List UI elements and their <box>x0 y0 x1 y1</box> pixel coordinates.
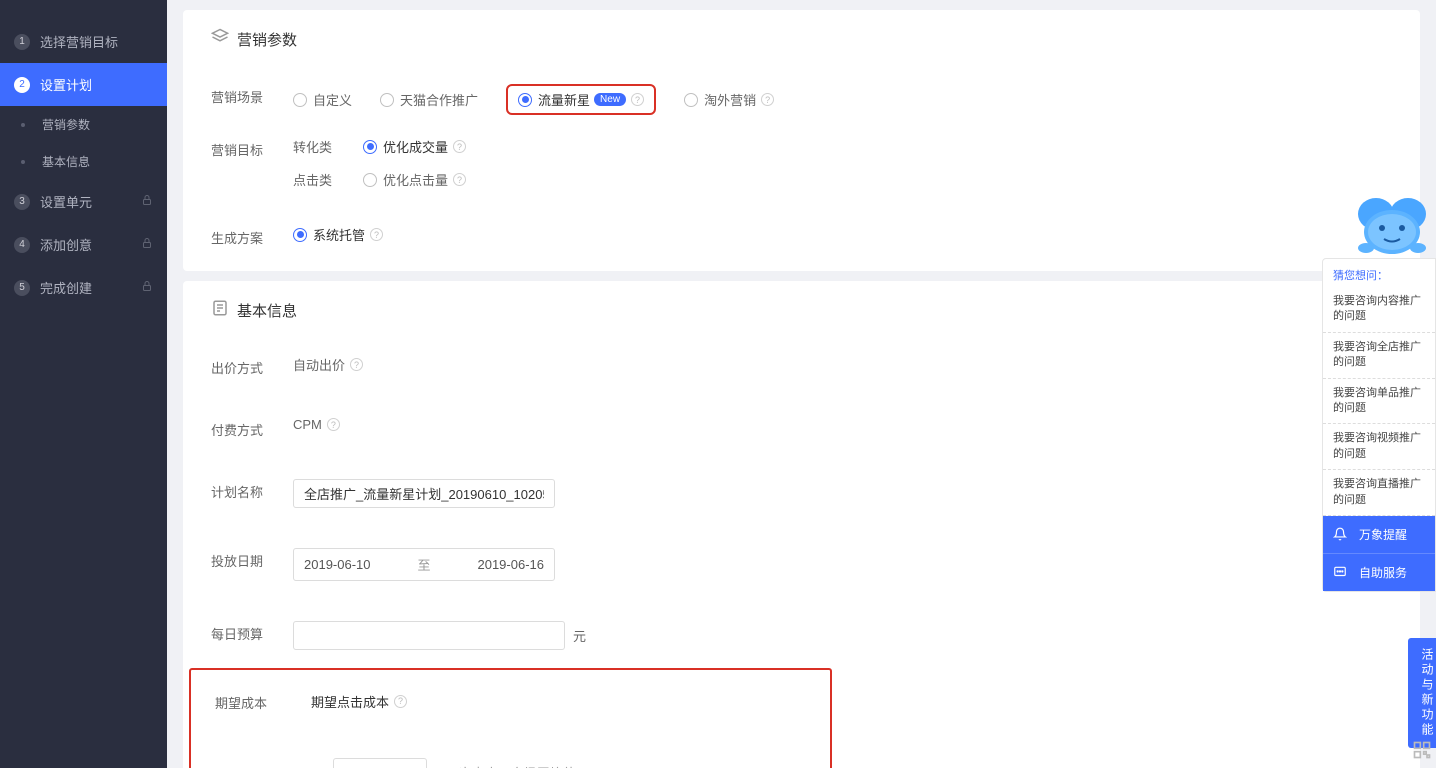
side-btn-remind[interactable]: 万象提醒 <box>1323 516 1435 553</box>
cost-label: 期望成本 <box>215 690 311 712</box>
help-icon[interactable]: ? <box>761 93 774 106</box>
goal-convert-option[interactable]: 优化成交量 ? <box>363 137 466 156</box>
activity-tab[interactable]: 活动与新功能 <box>1408 638 1436 748</box>
step-num: 1 <box>14 34 30 50</box>
panel-basic-info: 基本信息 出价方式 自动出价 ? 付费方式 CPM ? 计划名称 <box>183 281 1420 768</box>
bell-icon <box>1333 527 1347 541</box>
scene-label: 营销场景 <box>211 84 293 106</box>
panel-title: 营销参数 <box>237 29 297 50</box>
side-item[interactable]: 我要咨询视频推广的问题 <box>1323 424 1435 470</box>
highlight-box-cost: 期望成本 期望点击成本 ? 元 / 次点击，市场平均值：4.12 元 <box>189 668 832 768</box>
mascot-icon <box>1352 192 1432 261</box>
step-num: 3 <box>14 194 30 210</box>
scene-overseas[interactable]: 淘外营销 ? <box>684 90 774 109</box>
step-label: 添加创意 <box>40 235 92 254</box>
help-icon[interactable]: ? <box>394 695 407 708</box>
cost-unit: 元 / 次点击，市场平均值：4.12 元 <box>435 763 631 768</box>
step-2[interactable]: 2 设置计划 <box>0 63 167 106</box>
step-label: 设置单元 <box>40 192 92 211</box>
help-icon[interactable]: ? <box>453 140 466 153</box>
side-item[interactable]: 我要咨询内容推广的问题 <box>1323 287 1435 333</box>
cost-sub-label: 期望点击成本 <box>311 692 389 711</box>
plan-system[interactable]: 系统托管 ? <box>293 225 1392 244</box>
side-item[interactable]: 我要咨询直播推广的问题 <box>1323 470 1435 516</box>
side-title: 猜您想问： <box>1323 259 1435 287</box>
help-side-panel: 猜您想问： 我要咨询内容推广的问题 我要咨询全店推广的问题 我要咨询单品推广的问… <box>1322 258 1436 592</box>
scene-star[interactable]: 流量新星 New ? <box>518 90 644 109</box>
step-4: 4 添加创意 <box>0 223 167 266</box>
name-label: 计划名称 <box>211 479 293 501</box>
highlight-box-star: 流量新星 New ? <box>506 84 656 115</box>
date-to: 2019-06-16 <box>477 557 544 572</box>
step-num: 4 <box>14 237 30 253</box>
lock-icon <box>141 194 153 209</box>
bid-label: 出价方式 <box>211 355 293 377</box>
goal-click-category: 点击类 <box>293 170 363 189</box>
budget-input[interactable] <box>293 621 565 650</box>
step-label: 选择营销目标 <box>40 32 118 51</box>
substep-basic[interactable]: 基本信息 <box>0 143 167 180</box>
date-from: 2019-06-10 <box>304 557 371 572</box>
panel-header: 营销参数 <box>211 28 1392 62</box>
wizard-sidebar: 1 选择营销目标 2 设置计划 营销参数 基本信息 3 设置单元 4 添加创意 … <box>0 0 167 768</box>
substep-params[interactable]: 营销参数 <box>0 106 167 143</box>
date-label: 投放日期 <box>211 548 293 570</box>
budget-unit: 元 <box>573 626 586 645</box>
layers-icon <box>211 28 229 50</box>
budget-label: 每日预算 <box>211 621 293 643</box>
side-item[interactable]: 我要咨询全店推广的问题 <box>1323 333 1435 379</box>
lock-icon <box>141 237 153 252</box>
step-num: 2 <box>14 77 30 93</box>
help-icon[interactable]: ? <box>327 418 340 431</box>
side-btn-self-service[interactable]: 自助服务 <box>1323 553 1435 591</box>
step-num: 5 <box>14 280 30 296</box>
scene-radio-group: 自定义 天猫合作推广 流量新星 New ? <box>293 84 1392 115</box>
bid-value: 自动出价 <box>293 355 345 374</box>
goal-click-option[interactable]: 优化点击量 ? <box>363 170 466 189</box>
step-label: 设置计划 <box>40 75 92 94</box>
scene-tmall[interactable]: 天猫合作推广 <box>380 90 478 109</box>
pay-label: 付费方式 <box>211 417 293 439</box>
cost-input[interactable] <box>333 758 427 768</box>
help-icon[interactable]: ? <box>370 228 383 241</box>
pay-value: CPM <box>293 417 322 432</box>
scene-custom[interactable]: 自定义 <box>293 90 352 109</box>
panel-header: 基本信息 <box>211 299 1392 333</box>
plan-name-input[interactable] <box>293 479 555 508</box>
qr-icon[interactable] <box>1412 740 1432 763</box>
document-icon <box>211 299 229 321</box>
plan-label: 生成方案 <box>211 225 293 247</box>
date-range-picker[interactable]: 2019-06-10 至 2019-06-16 <box>293 548 555 581</box>
step-5: 5 完成创建 <box>0 266 167 309</box>
panel-marketing-params: 营销参数 营销场景 自定义 天猫合作推广 流量新星 <box>183 10 1420 271</box>
help-icon[interactable]: ? <box>631 93 644 106</box>
new-badge: New <box>594 93 626 106</box>
goal-label: 营销目标 <box>211 137 293 159</box>
step-1[interactable]: 1 选择营销目标 <box>0 20 167 63</box>
panel-title: 基本信息 <box>237 300 297 321</box>
side-item[interactable]: 我要咨询单品推广的问题 <box>1323 379 1435 425</box>
help-icon[interactable]: ? <box>350 358 363 371</box>
step-3: 3 设置单元 <box>0 180 167 223</box>
main-content: 营销参数 营销场景 自定义 天猫合作推广 流量新星 <box>167 0 1436 768</box>
lock-icon <box>141 280 153 295</box>
help-icon[interactable]: ? <box>453 173 466 186</box>
goal-convert-category: 转化类 <box>293 137 363 156</box>
chat-icon <box>1333 565 1347 579</box>
step-label: 完成创建 <box>40 278 92 297</box>
date-sep: 至 <box>417 555 430 574</box>
